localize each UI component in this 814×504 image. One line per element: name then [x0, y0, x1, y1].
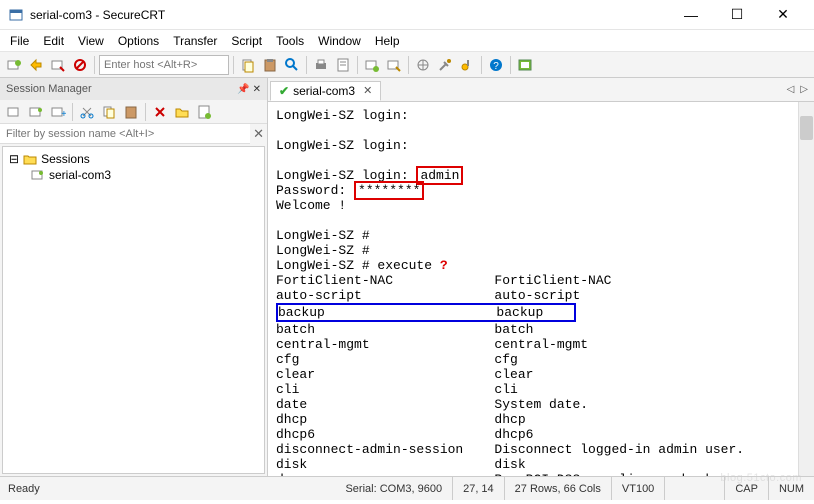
session-manager-toolbar: + — [0, 100, 267, 124]
folder-icon — [23, 153, 37, 165]
status-size: 27 Rows, 66 Cols — [505, 477, 612, 500]
new-session-icon[interactable] — [362, 55, 382, 75]
toolbar-separator — [94, 56, 95, 74]
sm-copy-icon[interactable] — [99, 102, 119, 122]
sm-connect-icon[interactable] — [4, 102, 24, 122]
toolbar-separator — [72, 103, 73, 121]
keymap-icon[interactable] — [457, 55, 477, 75]
session-tab[interactable]: ✔ serial-com3 ✕ — [270, 81, 381, 101]
svg-text:+: + — [61, 109, 66, 120]
menu-script[interactable]: Script — [231, 34, 262, 48]
toolbar-separator — [357, 56, 358, 74]
session-icon — [31, 169, 45, 181]
print-icon[interactable] — [311, 55, 331, 75]
titlebar: serial-com3 - SecureCRT — ☐ ✕ — [0, 0, 814, 30]
connect-bar-icon[interactable] — [48, 55, 68, 75]
statusbar: Ready Serial: COM3, 9600 27, 14 27 Rows,… — [0, 476, 814, 500]
sm-delete-icon[interactable] — [150, 102, 170, 122]
sm-paste-icon[interactable] — [121, 102, 141, 122]
minimize-button[interactable]: — — [668, 0, 714, 30]
tab-next-icon[interactable]: ▷ — [800, 84, 808, 95]
status-spacer — [665, 477, 725, 500]
tools-icon[interactable] — [435, 55, 455, 75]
sm-folder-icon[interactable] — [172, 102, 192, 122]
session-manager-header: Session Manager 📌 ✕ — [0, 78, 267, 100]
menu-transfer[interactable]: Transfer — [173, 34, 217, 48]
tabbar: ✔ serial-com3 ✕ ◁ ▷ — [268, 78, 814, 102]
clear-filter-icon[interactable]: ✕ — [250, 126, 267, 142]
close-button[interactable]: ✕ — [760, 0, 806, 30]
toolbar-separator — [306, 56, 307, 74]
status-serial: Serial: COM3, 9600 — [335, 477, 453, 500]
status-emulation: VT100 — [612, 477, 665, 500]
window-title: serial-com3 - SecureCRT — [30, 8, 668, 22]
connect-icon[interactable] — [4, 55, 24, 75]
menu-options[interactable]: Options — [118, 34, 159, 48]
tree-root-label: Sessions — [41, 152, 90, 166]
watermark: blog.51cto.com — [720, 472, 802, 484]
sm-props-icon[interactable] — [194, 102, 214, 122]
tree-session-item[interactable]: serial-com3 — [29, 167, 260, 183]
status-ready: Ready — [0, 477, 335, 500]
tab-label: serial-com3 — [293, 84, 355, 98]
toolbar-separator — [481, 56, 482, 74]
sm-quick-icon[interactable] — [26, 102, 46, 122]
session-tree[interactable]: ⊟ Sessions serial-com3 — [2, 146, 265, 474]
find-icon[interactable] — [282, 55, 302, 75]
help-icon[interactable]: ? — [486, 55, 506, 75]
global-options-icon[interactable] — [413, 55, 433, 75]
app-icon — [8, 7, 24, 23]
sm-cut-icon[interactable] — [77, 102, 97, 122]
main-toolbar: ? — [0, 52, 814, 78]
pin-icon[interactable]: 📌 ✕ — [237, 84, 261, 95]
menu-file[interactable]: File — [10, 34, 29, 48]
toolbar-separator — [408, 56, 409, 74]
tab-close-icon[interactable]: ✕ — [363, 84, 372, 97]
session-filter-input[interactable] — [0, 124, 250, 144]
tree-session-label: serial-com3 — [49, 168, 111, 182]
menu-view[interactable]: View — [78, 34, 104, 48]
session-options-icon[interactable] — [384, 55, 404, 75]
tab-status-icon: ✔ — [279, 84, 289, 98]
menubar: File Edit View Options Transfer Script T… — [0, 30, 814, 52]
quick-connect-icon[interactable] — [26, 55, 46, 75]
status-cursor-pos: 27, 14 — [453, 477, 505, 500]
terminal-scrollbar[interactable] — [798, 102, 814, 476]
menu-window[interactable]: Window — [318, 34, 361, 48]
toolbar-separator — [233, 56, 234, 74]
terminal-output[interactable]: LongWei-SZ login: LongWei-SZ login: Long… — [268, 102, 814, 476]
maximize-button[interactable]: ☐ — [714, 0, 760, 30]
menu-tools[interactable]: Tools — [276, 34, 304, 48]
toolbar-separator — [510, 56, 511, 74]
collapse-icon[interactable]: ⊟ — [9, 152, 19, 166]
tree-root[interactable]: ⊟ Sessions — [7, 151, 260, 167]
menu-help[interactable]: Help — [375, 34, 400, 48]
host-input[interactable] — [99, 55, 229, 75]
disconnect-icon[interactable] — [70, 55, 90, 75]
session-manager-title: Session Manager — [6, 83, 92, 95]
sm-new-icon[interactable]: + — [48, 102, 68, 122]
menu-edit[interactable]: Edit — [43, 34, 64, 48]
paste-icon[interactable] — [260, 55, 280, 75]
session-manager-panel: Session Manager 📌 ✕ + ✕ ⊟ Sessions — [0, 78, 268, 476]
copy-icon[interactable] — [238, 55, 258, 75]
svg-text:?: ? — [493, 61, 499, 72]
tab-prev-icon[interactable]: ◁ — [787, 84, 795, 95]
toggle-icon[interactable] — [515, 55, 535, 75]
content-area: ✔ serial-com3 ✕ ◁ ▷ LongWei-SZ login: Lo… — [268, 78, 814, 476]
toolbar-separator — [145, 103, 146, 121]
properties-icon[interactable] — [333, 55, 353, 75]
